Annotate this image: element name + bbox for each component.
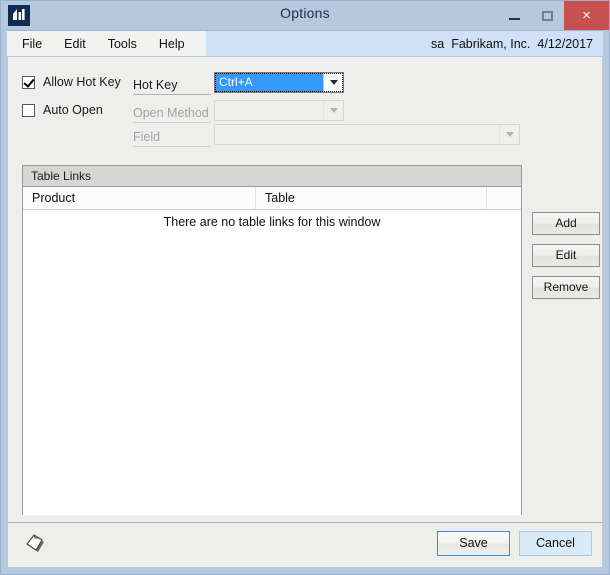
status-company: Fabrikam, Inc. [451,37,531,51]
add-button[interactable]: Add [532,212,600,235]
field-field-row: Field [133,127,211,147]
open-method-field-row: Open Method [133,103,211,123]
minimize-button[interactable] [498,1,531,30]
hot-key-combo[interactable]: Ctrl+A [214,72,344,93]
open-method-combo [214,100,344,121]
status-date: 4/12/2017 [537,37,593,51]
title-bar: Options × [1,1,609,30]
open-method-label: Open Method [133,103,211,123]
options-window: Options × File Edit Tools Help sa Fabrik… [0,0,610,575]
status-bar: sa Fabrikam, Inc. 4/12/2017 [206,31,603,57]
menu-item-edit[interactable]: Edit [53,34,97,54]
edit-button[interactable]: Edit [532,244,600,267]
auto-open-checkbox[interactable]: Auto Open [22,103,103,117]
menu-items: File Edit Tools Help [7,31,206,57]
hot-key-label: Hot Key [133,75,211,95]
minimize-icon [509,17,520,20]
column-header-extra[interactable] [487,187,521,209]
hot-key-combo-value: Ctrl+A [215,73,323,92]
allow-hot-key-label: Allow Hot Key [43,75,121,89]
footer-bar: Save Cancel [8,522,602,567]
table-links-caption: Table Links [23,166,521,187]
column-header-table[interactable]: Table [256,187,487,209]
status-user: sa [431,37,445,51]
table-links-header-row: Product Table [23,187,521,210]
table-links-panel: Table Links Product Table There are no t… [22,165,522,515]
cancel-button[interactable]: Cancel [519,531,592,556]
field-label: Field [133,127,211,147]
chevron-down-icon [323,101,343,120]
menu-item-file[interactable]: File [11,34,53,54]
menu-item-tools[interactable]: Tools [97,34,148,54]
maximize-icon [542,10,553,21]
close-icon: × [582,7,591,24]
save-button[interactable]: Save [437,531,510,556]
chevron-down-icon [499,125,519,144]
checkmark-icon [22,75,35,89]
note-icon[interactable] [22,530,50,558]
hot-key-field-row: Hot Key [133,75,211,95]
close-button[interactable]: × [564,1,609,30]
table-links-body[interactable]: There are no table links for this window [23,210,521,515]
window-controls: × [498,1,609,30]
auto-open-row: Auto Open [22,103,103,117]
table-links-actions: Add Edit Remove [532,212,600,308]
menu-bar: File Edit Tools Help sa Fabrikam, Inc. 4… [7,30,603,57]
column-header-product[interactable]: Product [23,187,256,209]
allow-hot-key-checkbox[interactable]: Allow Hot Key [22,75,121,89]
menu-item-help[interactable]: Help [148,34,196,54]
allow-hot-key-row: Allow Hot Key [22,75,121,89]
footer-buttons: Save Cancel [437,531,592,556]
auto-open-label: Auto Open [43,103,103,117]
field-combo [214,124,520,145]
client-area: Allow Hot Key Hot Key Ctrl+A Auto Open O… [7,56,603,568]
maximize-button[interactable] [531,1,564,30]
hot-key-selected-text: Ctrl+A [218,74,254,90]
checkbox-empty-icon [22,103,35,117]
chevron-down-icon[interactable] [323,73,343,92]
table-links-empty-message: There are no table links for this window [163,215,381,229]
remove-button[interactable]: Remove [532,276,600,299]
